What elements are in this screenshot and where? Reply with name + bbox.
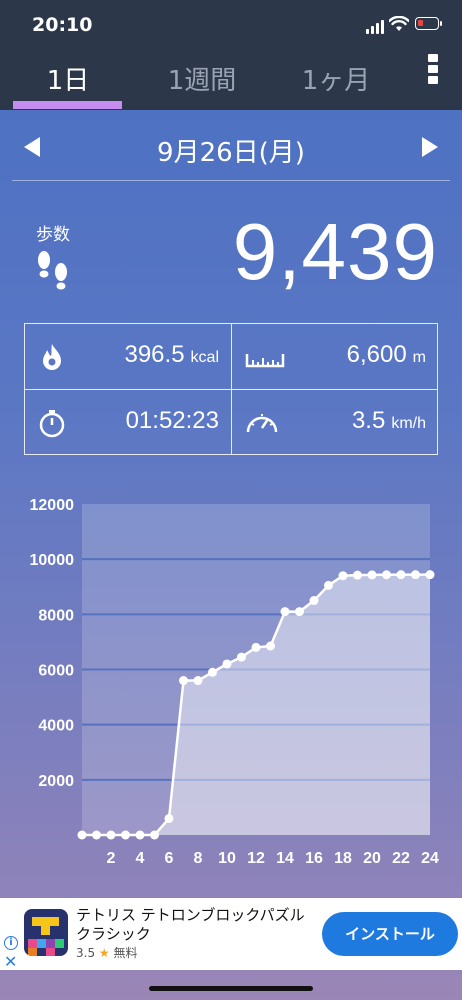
speed-cell: 3.5 km/h	[232, 390, 438, 455]
battery-icon	[415, 17, 442, 30]
data-point	[251, 642, 261, 652]
speedometer-icon	[246, 414, 278, 433]
footprints-icon	[38, 251, 67, 290]
home-indicator	[149, 986, 313, 991]
data-point	[309, 596, 319, 606]
data-point	[222, 659, 232, 669]
y-tick-label: 4000	[38, 718, 74, 735]
tab-1month[interactable]: 1ヶ月	[276, 60, 396, 97]
data-point	[121, 830, 130, 840]
data-point	[208, 667, 217, 677]
data-point	[382, 570, 391, 580]
divider	[12, 180, 450, 181]
hourly-steps-chart: 12000100008000600040002000 2 4 6 8 10 12 14 16 1…	[30, 497, 440, 867]
info-icon[interactable]: i	[4, 936, 18, 950]
header: 20:10 1日 1週間 1ヶ月	[0, 0, 462, 110]
speed-value: 3.5 km/h	[351, 407, 426, 434]
active-tab-indicator	[13, 101, 122, 109]
status-time: 20:10	[32, 14, 93, 36]
data-point	[92, 830, 101, 840]
data-point	[150, 830, 159, 840]
data-point	[280, 607, 290, 617]
duration-value: 01:52:23	[125, 407, 219, 434]
data-point	[266, 641, 275, 651]
data-point	[295, 607, 304, 617]
y-tick-label: 10000	[30, 552, 75, 569]
price-label: 無料	[113, 946, 138, 960]
status-bar: 20:10	[0, 0, 462, 50]
distance-cell: 6,600 m	[232, 324, 438, 389]
calories-cell: 396.5 kcal	[25, 324, 231, 389]
x-tick-label: 4	[136, 850, 145, 867]
wifi-icon	[389, 16, 409, 31]
close-icon[interactable]: ✕	[4, 952, 17, 971]
data-point	[179, 676, 188, 686]
y-tick-label: 8000	[38, 607, 74, 624]
data-point	[425, 570, 435, 580]
x-tick-label: 20	[363, 850, 381, 867]
x-tick-label: 22	[392, 850, 410, 867]
app-icon[interactable]	[24, 909, 68, 956]
date-navigation: 9月26日(月)	[0, 118, 462, 178]
steps-count: 9,439	[232, 207, 438, 296]
duration-cell: 01:52:23	[25, 390, 231, 455]
data-point	[338, 571, 348, 581]
tab-1day[interactable]: 1日	[8, 60, 128, 97]
current-date: 9月26日(月)	[157, 138, 305, 168]
x-tick-label: 24	[421, 850, 439, 867]
data-point	[106, 830, 116, 840]
calories-value: 396.5 kcal	[124, 341, 219, 368]
ad-app-title[interactable]: テトリス テトロンブロックパズル クラシック	[76, 906, 306, 944]
ad-rating: 3.5 ★ 無料	[76, 944, 138, 961]
stats-grid: 396.5 kcal 6,600 m 01:52:23 3.5 km/h	[24, 323, 438, 455]
x-tick-label: 8	[194, 850, 203, 867]
data-point	[237, 652, 246, 662]
steps-label: 歩数	[36, 225, 70, 245]
x-tick-label: 6	[165, 850, 174, 867]
x-tick-label: 12	[247, 850, 265, 867]
x-tick-label: 16	[305, 850, 323, 867]
next-day-icon[interactable]	[422, 137, 438, 157]
y-tick-label: 6000	[38, 663, 74, 680]
x-tick-label: 14	[276, 850, 294, 867]
data-point	[135, 830, 145, 840]
ruler-icon	[245, 354, 285, 368]
more-menu-icon[interactable]	[426, 54, 440, 88]
star-icon: ★	[98, 946, 110, 960]
y-tick-label: 2000	[38, 773, 74, 790]
data-point	[164, 813, 174, 823]
data-point	[367, 570, 377, 580]
data-point	[353, 570, 362, 580]
x-tick-label: 18	[334, 850, 352, 867]
tab-1week[interactable]: 1週間	[142, 60, 262, 97]
data-point	[396, 570, 406, 580]
data-point	[77, 830, 87, 840]
distance-value: 6,600 m	[346, 341, 426, 368]
install-button[interactable]: インストール	[322, 912, 458, 956]
flame-icon	[43, 344, 61, 370]
rating-value: 3.5	[76, 946, 96, 960]
data-point	[411, 570, 420, 580]
stopwatch-icon	[39, 410, 65, 438]
data-point	[193, 676, 203, 686]
y-tick-label: 12000	[30, 497, 75, 514]
x-tick-label: 10	[218, 850, 236, 867]
data-point	[324, 580, 333, 590]
x-tick-label: 2	[107, 850, 116, 867]
